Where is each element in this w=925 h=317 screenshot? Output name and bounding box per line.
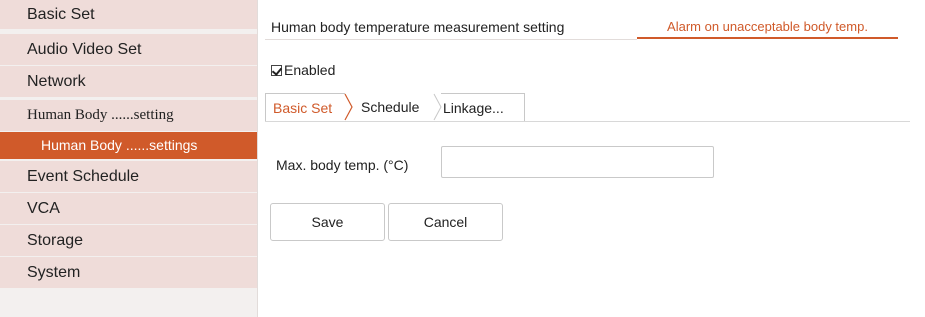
subtab-schedule[interactable]: Schedule [361,93,419,121]
sidebar-item-audio-video-set[interactable]: Audio Video Set [0,34,257,65]
save-button[interactable]: Save [270,203,385,241]
page-title: Human body temperature measurement setti… [271,19,565,35]
sidebar-item-basic-set[interactable]: Basic Set [0,0,257,29]
subtab-basic-set[interactable]: Basic Set [265,93,345,121]
sidebar-subitem-human-body-settings[interactable]: Human Body ......settings [0,132,257,159]
tab-alarm-body-temp[interactable]: Alarm on unacceptable body temp. [637,15,898,39]
enabled-checkbox[interactable] [271,64,282,76]
sidebar-item-network[interactable]: Network [0,66,257,97]
sidebar-item-system[interactable]: System [0,257,257,288]
enabled-label: Enabled [284,62,336,78]
sidebar-item-event-schedule[interactable]: Event Schedule [0,161,257,192]
max-body-temp-input[interactable] [441,146,714,178]
sidebar-item-vca[interactable]: VCA [0,193,257,224]
cancel-button[interactable]: Cancel [388,203,503,241]
sidebar-item-human-body[interactable]: Human Body ......setting [0,100,257,131]
chevron-right-icon [344,93,354,121]
sidebar-nav: Basic Set Audio Video Set Network Human … [0,0,258,317]
subtabs-divider [265,121,910,122]
page: Basic Set Audio Video Set Network Human … [0,0,925,317]
enabled-toggle[interactable]: Enabled [271,61,335,79]
sidebar-item-storage[interactable]: Storage [0,225,257,256]
max-body-temp-label: Max. body temp. (°C) [276,157,409,173]
title-divider [265,39,637,40]
subtab-linkage[interactable]: Linkage... [441,93,525,121]
